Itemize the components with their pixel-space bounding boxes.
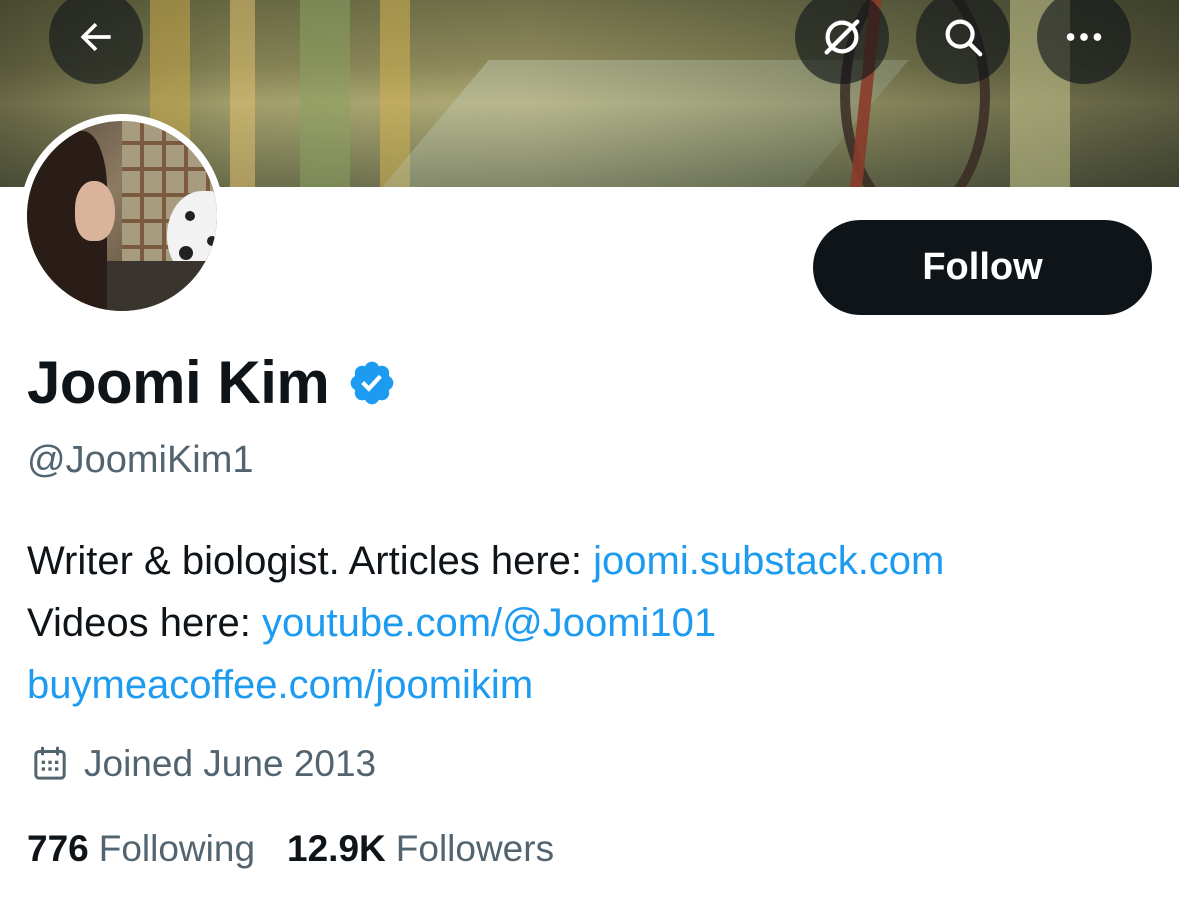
joined-date-row: Joined June 2013 — [30, 740, 376, 788]
followers-stat[interactable]: 12.9K Followers — [287, 825, 554, 873]
no-notifications-icon — [824, 19, 860, 55]
profile-handle: @JoomiKim1 — [27, 439, 254, 481]
search-icon — [945, 19, 983, 57]
banner-light-streak — [230, 0, 255, 187]
avatar-dog-spot — [185, 211, 195, 221]
bio-text: Writer & biologist. Articles here: — [27, 539, 594, 583]
banner-light-streak — [300, 0, 350, 187]
youtube-link[interactable]: youtube.com/@Joomi101 — [262, 601, 716, 645]
followers-count: 12.9K — [287, 828, 386, 869]
arrow-left-icon — [80, 22, 111, 52]
following-count: 776 — [27, 828, 89, 869]
joined-date: Joined June 2013 — [84, 743, 377, 784]
avatar-face — [75, 181, 115, 241]
avatar-dog-nose — [179, 246, 193, 260]
bio-line-2: Videos here: youtube.com/@Joomi101 — [27, 592, 1157, 654]
substack-link[interactable]: joomi.substack.com — [593, 539, 944, 583]
profile-bio: Writer & biologist. Articles here: joomi… — [27, 530, 1157, 716]
buymeacoffee-link[interactable]: buymeacoffee.com/joomikim — [27, 663, 533, 707]
calendar-icon — [34, 746, 66, 780]
following-label: Following — [98, 828, 256, 869]
profile-page: Follow Joomi Kim @JoomiKim1 Writer & bio… — [0, 0, 1179, 922]
follow-button[interactable]: Follow — [813, 220, 1152, 315]
bio-line-3: buymeacoffee.com/joomikim — [27, 654, 1157, 716]
avatar-dog-spot — [207, 236, 217, 246]
profile-name-row: Joomi Kim — [27, 348, 397, 418]
bio-text: Videos here: — [27, 601, 262, 645]
follow-stats: 776 Following 12.9K Followers — [27, 825, 586, 873]
bio-line-1: Writer & biologist. Articles here: joomi… — [27, 530, 1157, 592]
display-name: Joomi Kim — [27, 349, 330, 416]
following-stat[interactable]: 776 Following — [27, 825, 255, 873]
verified-badge-icon[interactable] — [347, 358, 397, 408]
more-horizontal-icon — [1066, 33, 1102, 41]
followers-label: Followers — [395, 828, 555, 869]
avatar[interactable] — [27, 121, 217, 311]
